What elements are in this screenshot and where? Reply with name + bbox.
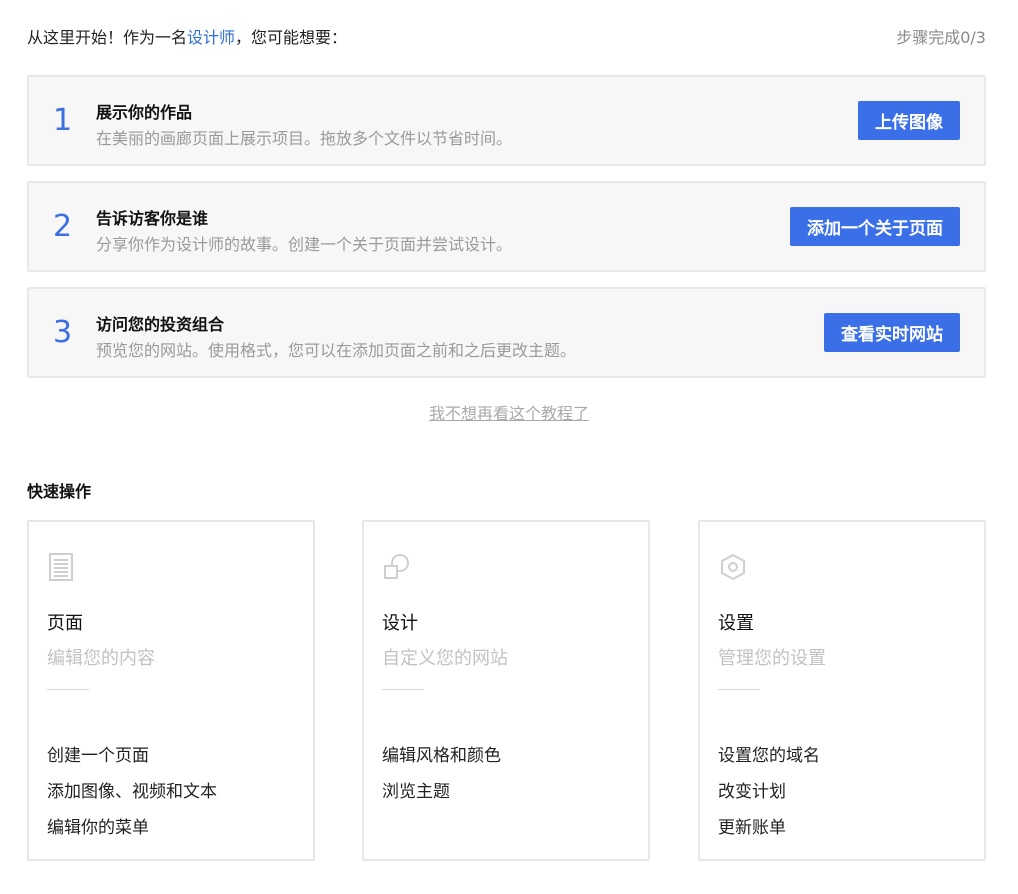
step-card-3: 3 访问您的投资组合 预览您的网站。使用格式，您可以在添加页面之前和之后更改主题… (27, 287, 986, 378)
card-divider (47, 689, 89, 690)
edit-menu-link[interactable]: 编辑你的菜单 (47, 810, 217, 846)
card-divider (718, 689, 760, 690)
role-link[interactable]: 设计师 (187, 28, 235, 47)
onboarding-page: 从这里开始！作为一名设计师，您可能想要： 步骤完成0/3 1 展示你的作品 在美… (0, 0, 1018, 894)
title-prefix: 从这里开始！作为一名 (27, 28, 188, 47)
settings-hexagon-icon (721, 553, 745, 581)
view-live-site-button[interactable]: 查看实时网站 (824, 313, 960, 352)
quick-action-card-settings: 设置 管理您的设置 设置您的域名 改变计划 更新账单 (698, 520, 986, 861)
step-title: 访问您的投资组合 (96, 315, 225, 334)
card-subtitle: 管理您的设置 (718, 648, 826, 669)
add-media-link[interactable]: 添加图像、视频和文本 (47, 774, 217, 810)
onboarding-header: 从这里开始！作为一名设计师，您可能想要： 步骤完成0/3 (27, 24, 986, 48)
card-divider (382, 689, 424, 690)
card-title: 设置 (718, 613, 754, 634)
set-domain-link[interactable]: 设置您的域名 (718, 738, 820, 774)
step-description: 在美丽的画廊页面上展示项目。拖放多个文件以节省时间。 (96, 129, 513, 148)
card-links: 创建一个页面 添加图像、视频和文本 编辑你的菜单 (47, 738, 217, 846)
card-subtitle: 编辑您的内容 (47, 648, 155, 669)
browse-themes-link[interactable]: 浏览主题 (382, 774, 501, 810)
card-links: 编辑风格和颜色 浏览主题 (382, 738, 501, 810)
step-title: 告诉访客你是谁 (96, 209, 209, 228)
edit-style-colors-link[interactable]: 编辑风格和颜色 (382, 738, 501, 774)
step-number: 3 (53, 315, 73, 350)
create-page-link[interactable]: 创建一个页面 (47, 738, 217, 774)
quick-action-card-design: 设计 自定义您的网站 编辑风格和颜色 浏览主题 (362, 520, 650, 861)
quick-actions-title: 快速操作 (27, 482, 92, 501)
step-card-1: 1 展示你的作品 在美丽的画廊页面上展示项目。拖放多个文件以节省时间。 上传图像 (27, 75, 986, 166)
change-plan-link[interactable]: 改变计划 (718, 774, 820, 810)
step-description: 预览您的网站。使用格式，您可以在添加页面之前和之后更改主题。 (96, 341, 577, 360)
upload-images-button[interactable]: 上传图像 (858, 101, 960, 140)
card-links: 设置您的域名 改变计划 更新账单 (718, 738, 820, 846)
progress-counter: 步骤完成0/3 (896, 28, 986, 47)
step-number: 2 (53, 209, 73, 244)
page-icon (49, 553, 73, 581)
onboarding-title: 从这里开始！作为一名设计师，您可能想要： (27, 24, 347, 48)
update-billing-link[interactable]: 更新账单 (718, 810, 820, 846)
step-number: 1 (53, 103, 73, 138)
card-subtitle: 自定义您的网站 (382, 648, 508, 669)
quick-action-card-pages: 页面 编辑您的内容 创建一个页面 添加图像、视频和文本 编辑你的菜单 (27, 520, 315, 861)
dismiss-tutorial-link[interactable]: 我不想再看这个教程了 (429, 404, 589, 423)
card-title: 页面 (47, 613, 83, 634)
step-card-2: 2 告诉访客你是谁 分享你作为设计师的故事。创建一个关于页面并尝试设计。 添加一… (27, 181, 986, 272)
step-description: 分享你作为设计师的故事。创建一个关于页面并尝试设计。 (96, 235, 513, 254)
design-shapes-icon (384, 554, 409, 579)
step-title: 展示你的作品 (96, 103, 193, 122)
card-title: 设计 (382, 613, 418, 634)
dismiss-tutorial: 我不想再看这个教程了 (0, 400, 1018, 424)
title-suffix: ，您可能想要： (235, 28, 348, 47)
add-about-page-button[interactable]: 添加一个关于页面 (790, 207, 960, 246)
